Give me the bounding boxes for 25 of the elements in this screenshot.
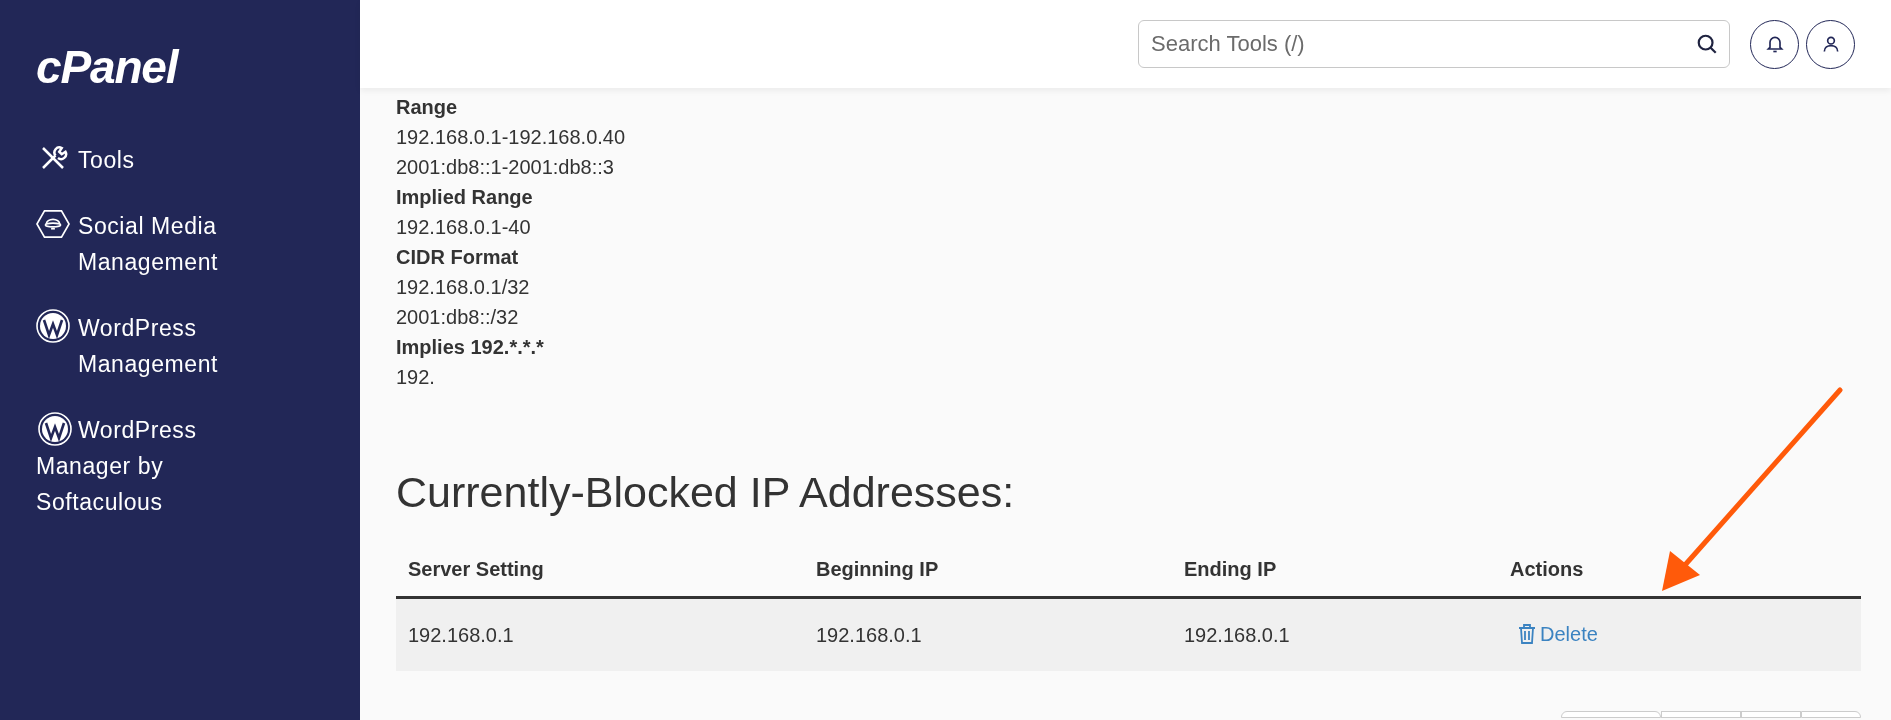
example-heading: Range	[396, 95, 459, 120]
column-header: Actions	[1498, 541, 1861, 598]
example-line: 192.168.0.1-40	[396, 215, 532, 240]
example-line: 192.168.0.1-192.168.0.40	[396, 125, 627, 150]
table-cell: 192.168.0.1	[396, 597, 804, 672]
section-title: Currently-Blocked IP Addresses:	[396, 467, 1016, 518]
example-line: 2001:db8::1-2001:db8::3	[396, 155, 615, 180]
example-line: 192.	[396, 365, 436, 390]
example-heading: Implied Range	[396, 185, 534, 210]
column-header: Beginning IP	[804, 541, 1172, 598]
column-header: Ending IP	[1172, 541, 1498, 598]
delete-link[interactable]: Delete	[1518, 618, 1598, 649]
cpanel-logo[interactable]: cPanel	[36, 44, 360, 90]
sidebar-item[interactable]: WordPress Manager by Softaculous	[36, 412, 296, 520]
example-line: 192.168.0.1/32	[396, 275, 531, 300]
column-header: Server Setting	[396, 541, 804, 598]
sidebar-item[interactable]: WordPress Management	[36, 310, 296, 382]
sidebar-item[interactable]: Tools	[36, 142, 296, 178]
table-cell: 192.168.0.1	[804, 597, 1172, 672]
search-field[interactable]: Search Tools (/)	[1138, 20, 1730, 68]
example-heading: CIDR Format	[396, 245, 520, 270]
table-cell: 192.168.0.1	[1172, 597, 1498, 672]
sidebar-item[interactable]: Social Media Management	[36, 208, 296, 280]
example-line: 2001:db8::/32	[396, 305, 520, 330]
example-heading: Implies 192.*.*.*	[396, 335, 545, 360]
